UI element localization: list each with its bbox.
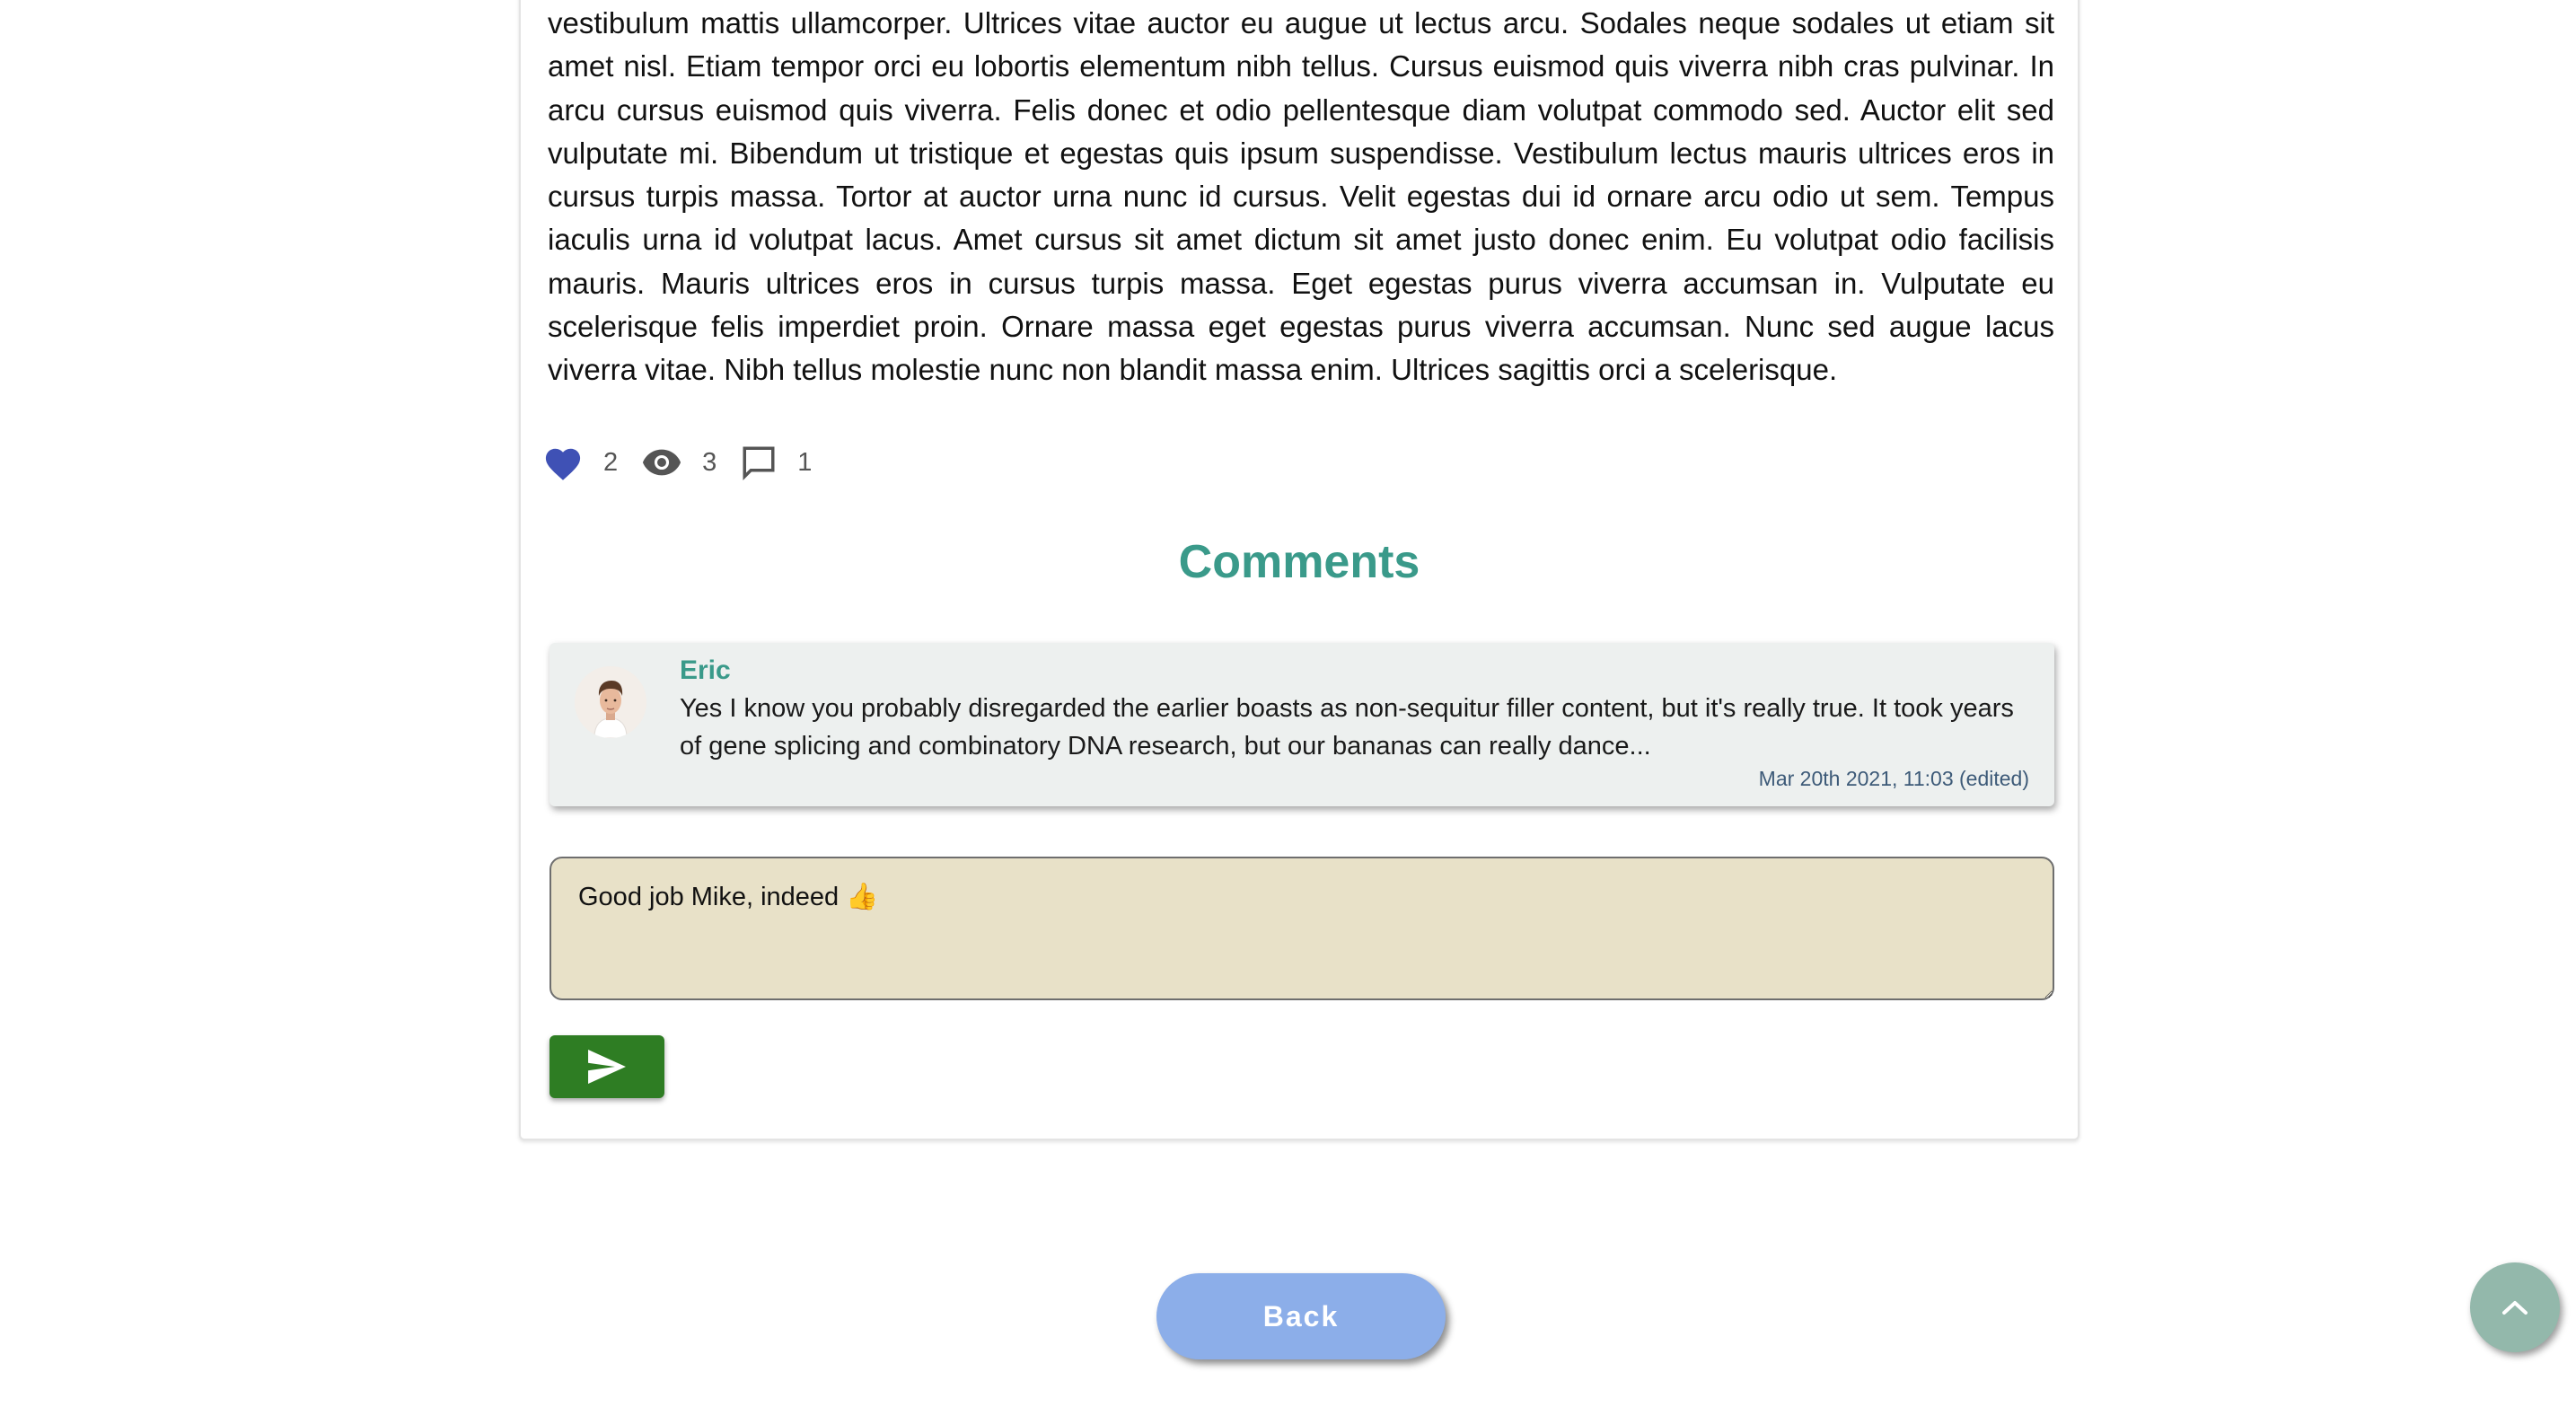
comment-author[interactable]: Eric [680,655,731,686]
back-button[interactable]: Back [1156,1273,1446,1359]
send-icon [586,1049,628,1085]
comment-item: Eric Yes I know you probably disregarded… [549,643,2054,806]
chevron-up-icon [2500,1297,2530,1317]
comment-input[interactable]: Good job Mike, indeed 👍 [549,857,2054,1000]
likes-count: 2 [603,447,619,477]
article-body: vestibulum mattis ullamcorper. Ultrices … [548,6,2054,387]
comments-count: 1 [797,447,813,477]
eye-icon [641,446,682,479]
comment-date: Mar 20th 2021, 11:03 (edited) [1758,767,2029,790]
comment-text: Yes I know you probably disregarded the … [680,694,2014,761]
comments-heading: Comments [1178,536,1420,588]
avatar [575,666,646,738]
scroll-to-top-button[interactable] [2470,1262,2560,1352]
comment-icon [740,444,778,481]
views-count: 3 [702,447,717,477]
post-stats: 2 3 1 [542,440,835,485]
send-comment-button[interactable] [549,1035,664,1098]
heart-icon[interactable] [542,444,584,481]
